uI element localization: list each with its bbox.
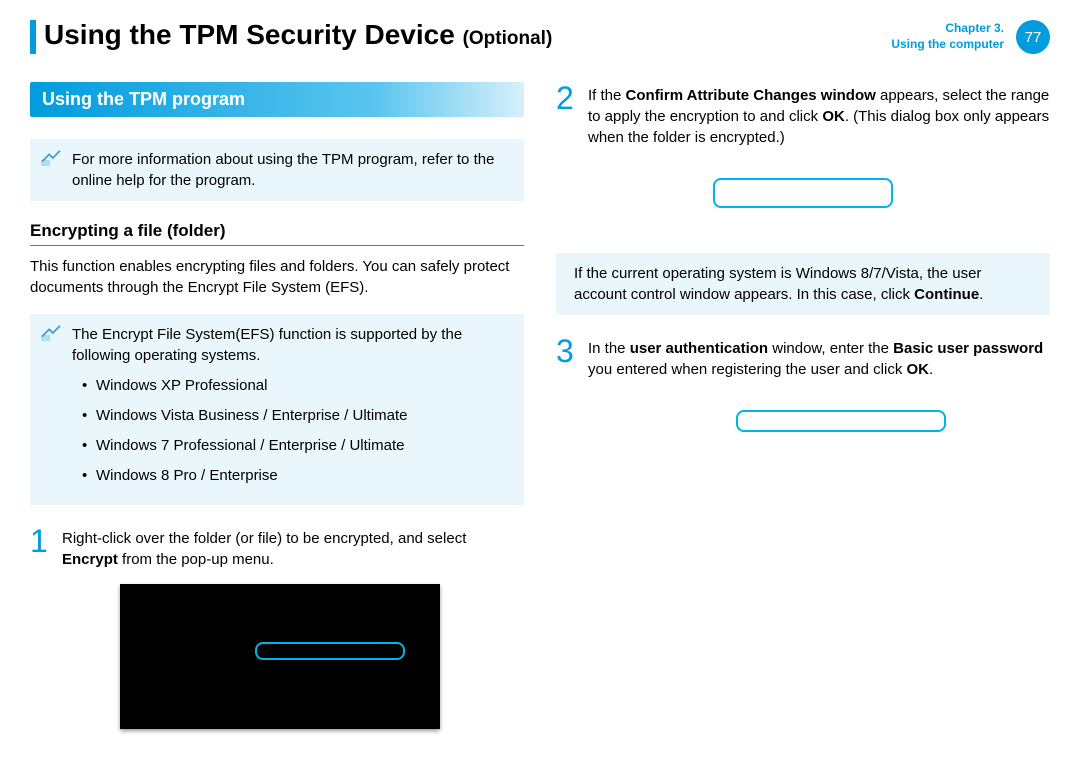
step-number: 1 — [30, 525, 52, 570]
note-icon — [40, 324, 62, 342]
page-title: Using the TPM Security Device (Optional) — [44, 20, 552, 51]
intro-text: This function enables encrypting files a… — [30, 256, 524, 298]
info-note-2: The Encrypt File System(EFS) function is… — [30, 314, 524, 505]
os-list: Windows XP Professional Windows Vista Bu… — [72, 375, 512, 486]
list-item: Windows XP Professional — [78, 375, 512, 396]
list-item: Windows 7 Professional / Enterprise / Ul… — [78, 435, 512, 456]
step-number: 3 — [556, 335, 578, 380]
list-item: Windows 8 Pro / Enterprise — [78, 465, 512, 486]
step-3-text: In the user authentication window, enter… — [588, 335, 1050, 380]
left-column: Using the TPM program For more informati… — [30, 82, 524, 729]
highlight-encrypt-menu-item — [255, 642, 405, 660]
note2-lead: The Encrypt File System(EFS) function is… — [72, 326, 462, 364]
step-number: 2 — [556, 82, 578, 148]
info-note-1: For more information about using the TPM… — [30, 139, 524, 201]
chapter-line2: Using the computer — [891, 37, 1004, 53]
step-1-text: Right-click over the folder (or file) to… — [62, 525, 524, 570]
chapter-line1: Chapter 3. — [891, 21, 1004, 37]
step-2: 2 If the Confirm Attribute Changes windo… — [556, 82, 1050, 148]
step-2-text: If the Confirm Attribute Changes window … — [588, 82, 1050, 148]
title-main: Using the TPM Security Device — [44, 19, 455, 50]
step-3: 3 In the user authentication window, ent… — [556, 335, 1050, 380]
page-header: Using the TPM Security Device (Optional)… — [30, 20, 1050, 54]
header-meta: Chapter 3. Using the computer 77 — [891, 20, 1050, 54]
note1-text: For more information about using the TPM… — [72, 151, 494, 189]
note-icon — [40, 149, 62, 167]
step-1: 1 Right-click over the folder (or file) … — [30, 525, 524, 570]
page-number: 77 — [1025, 29, 1042, 46]
page-number-badge: 77 — [1016, 20, 1050, 54]
section-title: Using the TPM program — [42, 89, 245, 109]
right-column: 2 If the Confirm Attribute Changes windo… — [556, 82, 1050, 729]
content-columns: Using the TPM program For more informati… — [30, 82, 1050, 729]
highlight-ok-button-2 — [736, 410, 946, 432]
subheading-encrypting: Encrypting a file (folder) — [30, 221, 524, 246]
chapter-label: Chapter 3. Using the computer — [891, 21, 1004, 52]
section-banner: Using the TPM program — [30, 82, 524, 117]
info-note-3: If the current operating system is Windo… — [556, 253, 1050, 315]
highlight-ok-button-1 — [713, 178, 893, 208]
title-optional: (Optional) — [463, 28, 553, 49]
list-item: Windows Vista Business / Enterprise / Ul… — [78, 405, 512, 426]
screenshot-context-menu — [120, 584, 440, 729]
